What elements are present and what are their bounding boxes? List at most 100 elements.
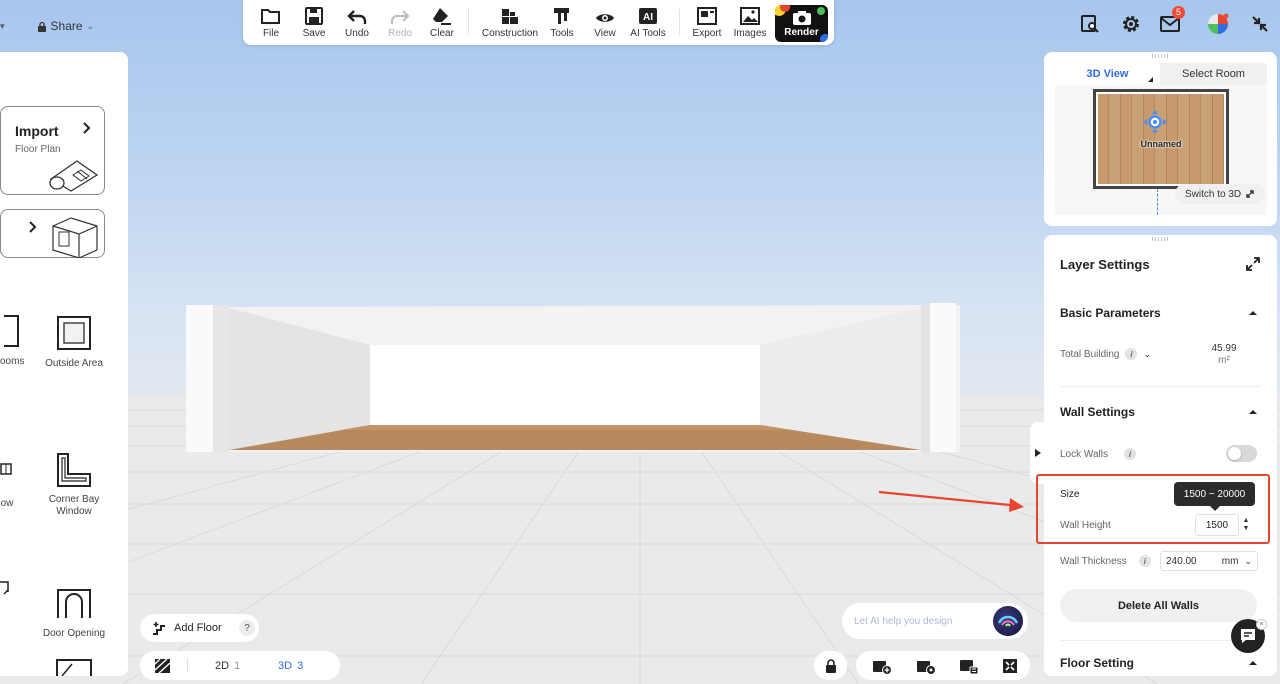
caret-up-icon[interactable]	[1247, 307, 1259, 319]
tab-3d-view[interactable]: 3D View	[1055, 63, 1160, 85]
wall-panel-icon	[56, 659, 92, 676]
add-camera-button[interactable]	[868, 651, 896, 680]
view-divider	[187, 658, 188, 673]
toggle-knob	[1228, 447, 1241, 460]
info-icon[interactable]: i	[1138, 555, 1151, 567]
ai-tools-button[interactable]: AI AI Tools	[630, 0, 666, 45]
window-item[interactable]: ow	[0, 462, 20, 509]
chevron-right-icon	[83, 122, 91, 134]
wall-thickness-unit: mm	[1221, 555, 1239, 567]
lock-camera-button[interactable]	[814, 651, 847, 680]
camera-position-icon[interactable]	[1142, 109, 1168, 135]
export-label: Export	[692, 28, 722, 39]
mail-badge: 5	[1172, 6, 1186, 19]
ai-assistant-button[interactable]	[993, 606, 1023, 636]
ai-prompt-input[interactable]	[854, 613, 984, 629]
total-building-value: 45.99	[1211, 343, 1237, 354]
annotation-highlight-box	[1036, 474, 1270, 544]
expand-button[interactable]	[1244, 255, 1262, 273]
image-icon	[740, 7, 760, 25]
window-label: ow	[0, 498, 14, 509]
rooms-item[interactable]: ooms	[0, 314, 32, 367]
outside-area-icon	[57, 316, 91, 350]
hatch-icon	[154, 657, 171, 674]
main-toolbar: File Save Undo Redo Clear Construction T…	[243, 0, 834, 45]
minimap-floor: Unnamed	[1098, 94, 1224, 184]
settings-button[interactable]	[1119, 12, 1143, 36]
add-camera-icon	[873, 660, 892, 675]
floor-style-button[interactable]	[154, 651, 172, 680]
delete-all-walls-button[interactable]: Delete All Walls	[1060, 589, 1257, 622]
construction-button[interactable]: Construction	[481, 0, 539, 45]
construction-icon	[502, 9, 518, 24]
view-3d-button[interactable]: 3D 3	[278, 651, 303, 680]
wall-thickness-field[interactable]: 240.00 mm ⌄	[1160, 551, 1258, 571]
help-button[interactable]: ?	[239, 620, 255, 636]
import-floor-plan-card[interactable]: Import Floor Plan	[0, 106, 105, 195]
camera-settings-button[interactable]	[912, 651, 940, 680]
chevron-down-icon: ▾	[0, 20, 5, 31]
toolbar-divider	[679, 9, 680, 35]
view-2d-label: 2D	[215, 659, 230, 672]
messages-button[interactable]: 5	[1158, 6, 1186, 36]
redo-icon	[391, 10, 410, 24]
save-label: Save	[302, 28, 326, 39]
door-opening-item[interactable]: Door Opening	[40, 588, 108, 639]
add-floor-button[interactable]: Add Floor ?	[140, 614, 259, 642]
tools-button[interactable]: Tools	[549, 0, 575, 45]
door-item[interactable]	[0, 580, 18, 614]
images-button[interactable]: Images	[733, 0, 767, 45]
tab-select-room[interactable]: Select Room	[1160, 63, 1267, 85]
info-icon[interactable]: i	[1125, 348, 1138, 360]
redo-button[interactable]: Redo	[387, 0, 413, 45]
caret-up-icon[interactable]	[1247, 406, 1259, 418]
info-icon[interactable]: i	[1123, 448, 1136, 460]
door-icon	[0, 581, 9, 595]
corner-bay-window-item[interactable]: Corner Bay Window	[40, 452, 108, 518]
user-avatar[interactable]	[1206, 12, 1230, 36]
basic-parameters-heading: Basic Parameters	[1060, 306, 1161, 320]
outside-area-label: Outside Area	[45, 358, 103, 369]
file-button[interactable]: File	[259, 0, 283, 45]
view-button[interactable]: View	[593, 0, 617, 45]
chevron-down-icon[interactable]: ⌄	[1143, 349, 1151, 360]
fullscreen-button[interactable]	[1248, 12, 1272, 36]
caret-up-icon[interactable]	[1247, 657, 1259, 669]
room-name-label: Unnamed	[1140, 139, 1182, 149]
menu-dropdown[interactable]: ▾	[0, 21, 5, 32]
folder-icon	[261, 9, 280, 24]
drag-handle[interactable]	[1151, 237, 1170, 241]
tools-icon	[554, 8, 569, 24]
search-doc-button[interactable]	[1078, 12, 1102, 36]
room-icon	[4, 315, 19, 347]
save-button[interactable]: Save	[302, 0, 326, 45]
wall-thickness-label: Wall Thickness	[1060, 555, 1127, 567]
3d-model-card[interactable]	[0, 209, 105, 258]
clear-label: Clear	[430, 28, 454, 39]
export-button[interactable]: Export	[692, 0, 722, 45]
outside-area-item[interactable]: Outside Area	[40, 316, 108, 369]
clear-button[interactable]: Clear	[429, 0, 455, 45]
lock-walls-label: Lock Walls	[1060, 448, 1108, 460]
lock-walls-toggle[interactable]	[1226, 445, 1257, 462]
camera-list-button[interactable]	[955, 651, 983, 680]
view-2d-count: 1	[234, 659, 241, 672]
drag-handle[interactable]	[1151, 54, 1170, 58]
render-button[interactable]: Render	[775, 5, 828, 42]
minimap-room[interactable]: Unnamed	[1093, 89, 1229, 189]
view-2d-button[interactable]: 2D 1	[215, 651, 240, 680]
ai-tools-icon: AI	[639, 8, 657, 24]
minimap-canvas[interactable]: Unnamed Switch to 3D	[1055, 85, 1267, 215]
render-label: Render	[784, 26, 819, 38]
corner-triangle-icon	[1148, 77, 1153, 82]
fit-view-button[interactable]	[996, 651, 1024, 680]
undo-button[interactable]: Undo	[344, 0, 370, 45]
close-icon[interactable]: ×	[1256, 619, 1267, 630]
corner-bay-window-icon	[57, 453, 91, 487]
ai-assistant-bar	[842, 603, 1028, 639]
left-catalog-panel: Import Floor Plan ooms Outside Area ow C…	[0, 52, 128, 676]
catalog-item-partial[interactable]	[56, 658, 92, 676]
switch-to-3d-button[interactable]: Switch to 3D	[1175, 184, 1266, 204]
share-button[interactable]: Share ⌄	[37, 19, 94, 33]
total-building-label: Total Building	[1060, 348, 1120, 360]
